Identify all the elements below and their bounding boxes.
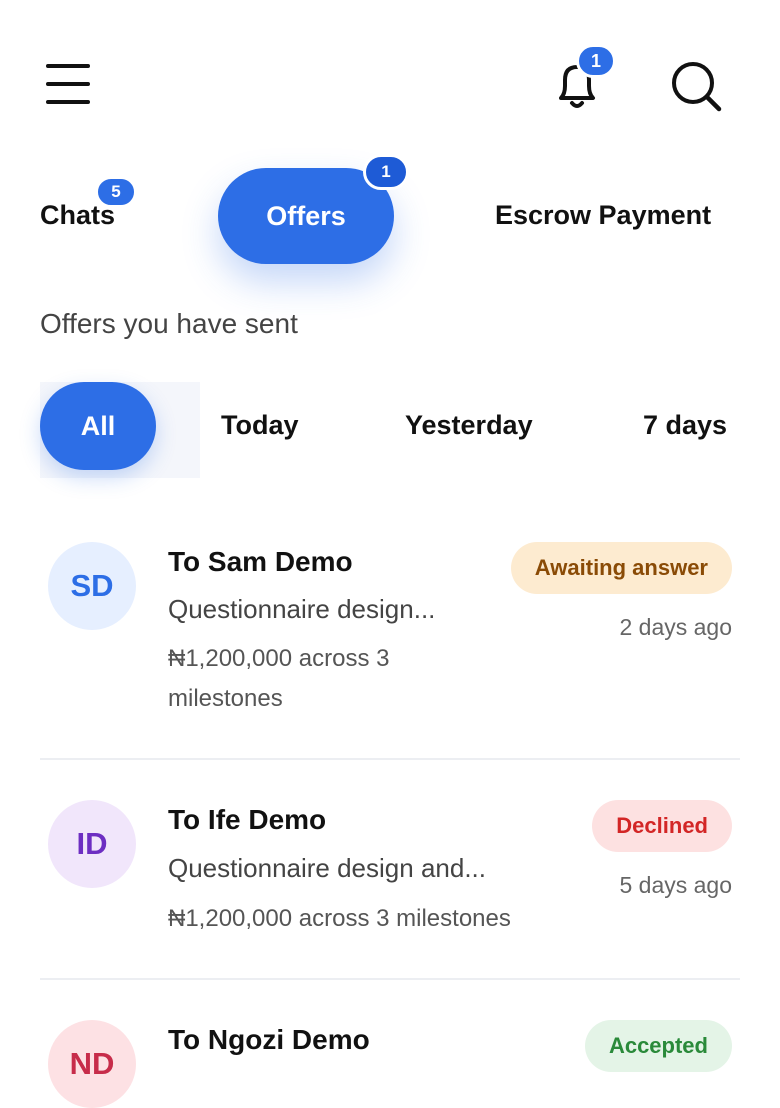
offer-list-item[interactable]: ID To Ife Demo Questionnaire design and.… bbox=[40, 800, 740, 960]
offers-count-badge: 1 bbox=[363, 154, 409, 190]
avatar: SD bbox=[48, 542, 136, 630]
tab-bar: Chats 5 Offers 1 Escrow Payment bbox=[0, 154, 780, 280]
avatar: ID bbox=[48, 800, 136, 888]
offer-recipient-name: To Ngozi Demo bbox=[168, 1024, 370, 1055]
section-title: Offers you have sent bbox=[40, 308, 298, 339]
tab-escrow-payment[interactable]: Escrow Payment bbox=[495, 200, 711, 231]
date-filter-bar: All Today Yesterday 7 days bbox=[40, 382, 780, 478]
offer-time: 2 days ago bbox=[619, 614, 732, 640]
search-icon[interactable] bbox=[668, 58, 724, 114]
offer-price-line: ₦1,200,000 across 3 bbox=[168, 645, 390, 672]
offer-recipient-name: To Ife Demo bbox=[168, 804, 327, 835]
chats-count-badge: 5 bbox=[96, 177, 136, 207]
offer-recipient-name: To Sam Demo bbox=[168, 546, 353, 577]
menu-bar bbox=[46, 82, 90, 86]
offer-description: Questionnaire design... bbox=[168, 594, 436, 624]
offer-time: 5 days ago bbox=[619, 872, 732, 898]
filter-today[interactable]: Today bbox=[221, 410, 299, 441]
notification-badge: 1 bbox=[576, 44, 616, 78]
offer-description: Questionnaire design and... bbox=[168, 853, 486, 883]
offer-price: ₦1,200,000 across 3 milestones bbox=[168, 639, 389, 719]
avatar: ND bbox=[48, 1020, 136, 1108]
divider bbox=[40, 758, 740, 760]
offer-price: ₦1,200,000 across 3 milestones bbox=[168, 899, 511, 939]
offer-price-line: ₦1,200,000 across 3 milestones bbox=[168, 905, 511, 932]
offer-list-item[interactable]: SD To Sam Demo Questionnaire design... ₦… bbox=[40, 542, 740, 732]
divider bbox=[40, 978, 740, 980]
filter-yesterday[interactable]: Yesterday bbox=[405, 410, 533, 441]
menu-icon[interactable] bbox=[46, 64, 90, 104]
status-badge: Accepted bbox=[584, 1020, 732, 1072]
status-badge: Awaiting answer bbox=[510, 542, 732, 594]
offer-price-line: milestones bbox=[168, 685, 283, 712]
status-badge: Declined bbox=[592, 800, 732, 852]
top-bar: 1 bbox=[0, 0, 780, 140]
menu-bar bbox=[46, 100, 90, 104]
menu-bar bbox=[46, 64, 90, 68]
offer-list-item[interactable]: ND To Ngozi Demo Accepted bbox=[40, 1020, 740, 1108]
filter-all[interactable]: All bbox=[40, 382, 156, 470]
filter-7-days[interactable]: 7 days bbox=[643, 410, 727, 441]
